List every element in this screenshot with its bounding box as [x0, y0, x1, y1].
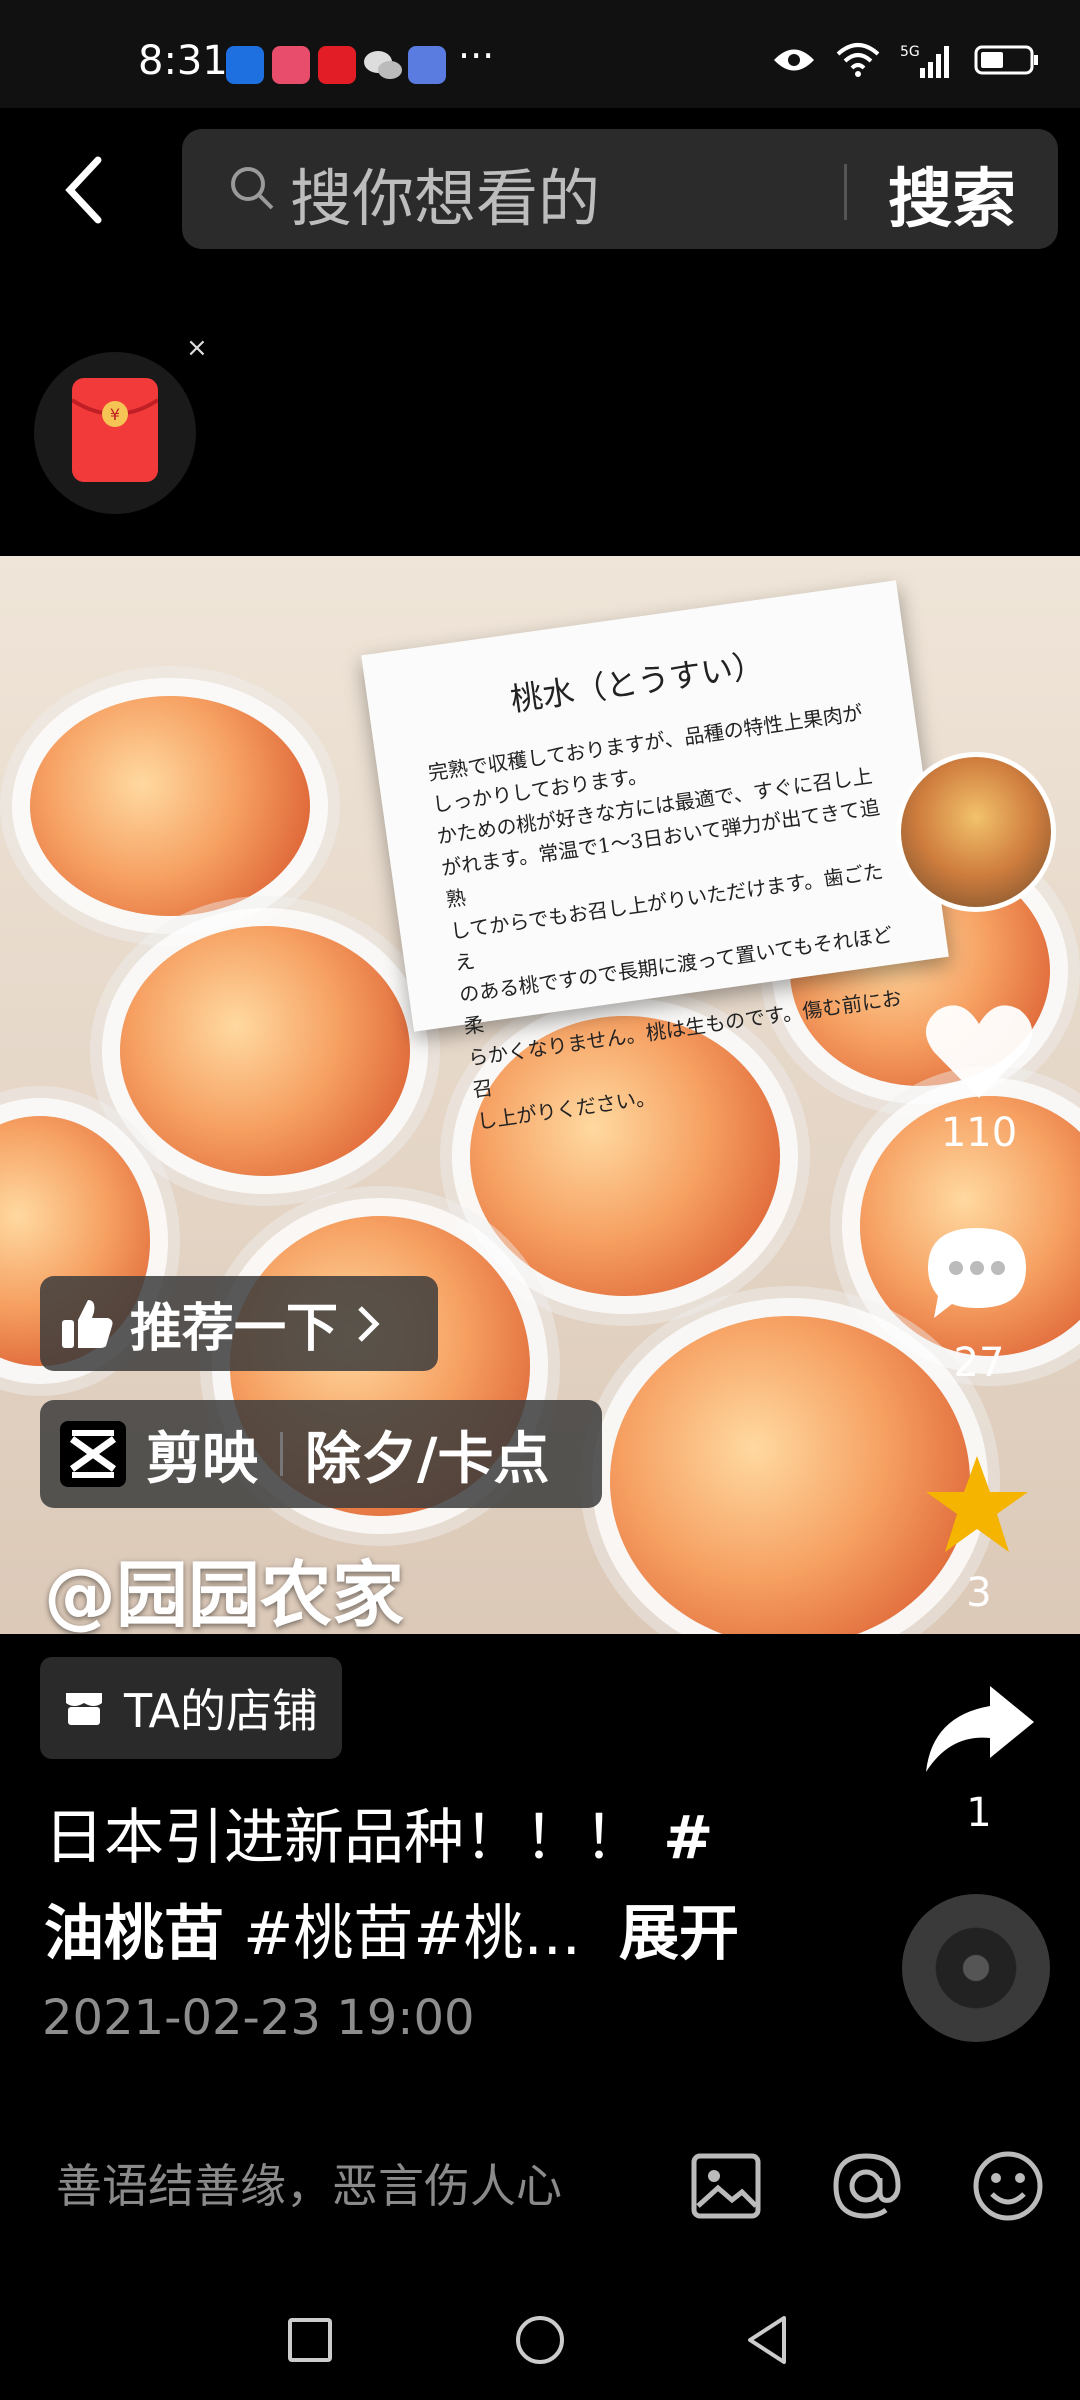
post-date: 2021-02-23 19:00: [42, 1990, 475, 2046]
pill-divider: [280, 1432, 283, 1476]
chevron-right-icon: [356, 1304, 380, 1344]
share-count: 1: [966, 1790, 992, 1836]
author-name[interactable]: @园园农家: [44, 1536, 404, 1641]
peach-image: [120, 926, 410, 1176]
recommend-button[interactable]: 推荐一下: [40, 1276, 438, 1371]
expand-button[interactable]: 展开: [619, 1899, 739, 1969]
red-packet-icon: ¥: [70, 378, 160, 486]
search-button[interactable]: 搜索: [888, 148, 1016, 240]
nav-back-button[interactable]: [738, 2310, 798, 2370]
hashtag-symbol[interactable]: #: [663, 1803, 713, 1873]
music-disc[interactable]: [902, 1894, 1050, 2042]
triangle-back-icon: [748, 2316, 786, 2364]
wifi-icon: [836, 42, 880, 82]
comment-input[interactable]: 善语结善缘，恶言伤人心: [56, 2150, 562, 2216]
capcut-label: 剪映: [146, 1426, 258, 1492]
mention-button[interactable]: [828, 2148, 904, 2224]
capcut-icon: [60, 1421, 126, 1487]
red-packet-close-button[interactable]: ×: [186, 333, 208, 363]
5g-signal-icon: 5G: [900, 42, 954, 82]
store-icon: [64, 1689, 104, 1727]
share-button[interactable]: [920, 1680, 1036, 1784]
desc-hashtags[interactable]: #桃苗#桃...: [224, 1899, 581, 1969]
battery-icon: [974, 43, 1040, 81]
comment-bubble-icon: [928, 1228, 1026, 1318]
comment-button[interactable]: [922, 1222, 1032, 1326]
svg-text:5G: 5G: [900, 44, 920, 60]
nav-home-button[interactable]: [510, 2310, 570, 2370]
favorite-button[interactable]: [922, 1452, 1032, 1562]
search-icon: [228, 164, 278, 218]
app-icon-red-heart: [318, 46, 356, 84]
shop-button[interactable]: TA的店铺: [40, 1657, 342, 1759]
music-icon: [408, 46, 446, 84]
favorite-count: 3: [966, 1570, 992, 1616]
capcut-template-button[interactable]: 剪映 除夕/卡点: [40, 1400, 602, 1508]
wechat-icon: [362, 44, 404, 90]
peach-image: [610, 1316, 970, 1634]
at-icon: [833, 2153, 901, 2219]
circle-icon: [516, 2316, 564, 2364]
post-description: 日本引进新品种！！！ # 油桃苗 #桃苗#桃... 展开: [44, 1790, 784, 1982]
like-count: 110: [940, 1110, 1018, 1156]
search-divider: [844, 164, 847, 220]
desc-text: 日本引进新品种！！！: [44, 1803, 664, 1873]
app-icon-red-book: [272, 46, 310, 84]
heart-icon: [925, 1005, 1033, 1098]
thumbs-up-icon: [60, 1298, 114, 1350]
yuan-symbol: ¥: [110, 405, 120, 424]
product-card: 桃水（とうすい） 完熟で収穫しておりますが、品種の特性上果肉が しっかりしており…: [361, 580, 949, 1134]
like-button[interactable]: [924, 1002, 1034, 1106]
hashtag-link[interactable]: 油桃苗: [44, 1899, 224, 1969]
status-more: ···: [458, 34, 495, 78]
author-avatar[interactable]: [896, 752, 1056, 912]
emoji-button[interactable]: [970, 2148, 1046, 2224]
template-label: 除夕/卡点: [305, 1426, 550, 1492]
star-icon: [926, 1456, 1028, 1552]
square-icon: [288, 2318, 332, 2362]
card-body: 完熟で収穫しておりますが、品種の特性上果肉が しっかりしております。 かための桃…: [426, 700, 904, 1134]
shop-label: TA的店铺: [124, 1684, 318, 1738]
image-icon: [691, 2153, 761, 2219]
eye-icon: [772, 45, 816, 79]
peach-image: [30, 696, 310, 916]
smiley-icon: [973, 2151, 1043, 2221]
nav-recents-button[interactable]: [280, 2310, 340, 2370]
back-button[interactable]: [54, 150, 124, 230]
status-indicators: 5G: [772, 42, 1040, 82]
recommend-label: 推荐一下: [130, 1299, 339, 1359]
status-time: 8:31: [138, 38, 228, 84]
app-icon-blue: [226, 46, 264, 84]
image-picker-button[interactable]: [688, 2148, 764, 2224]
search-input[interactable]: 搜你想看的: [290, 148, 600, 238]
comment-count: 27: [953, 1340, 1005, 1386]
share-arrow-icon: [926, 1686, 1034, 1772]
chevron-left-icon: [65, 156, 102, 224]
